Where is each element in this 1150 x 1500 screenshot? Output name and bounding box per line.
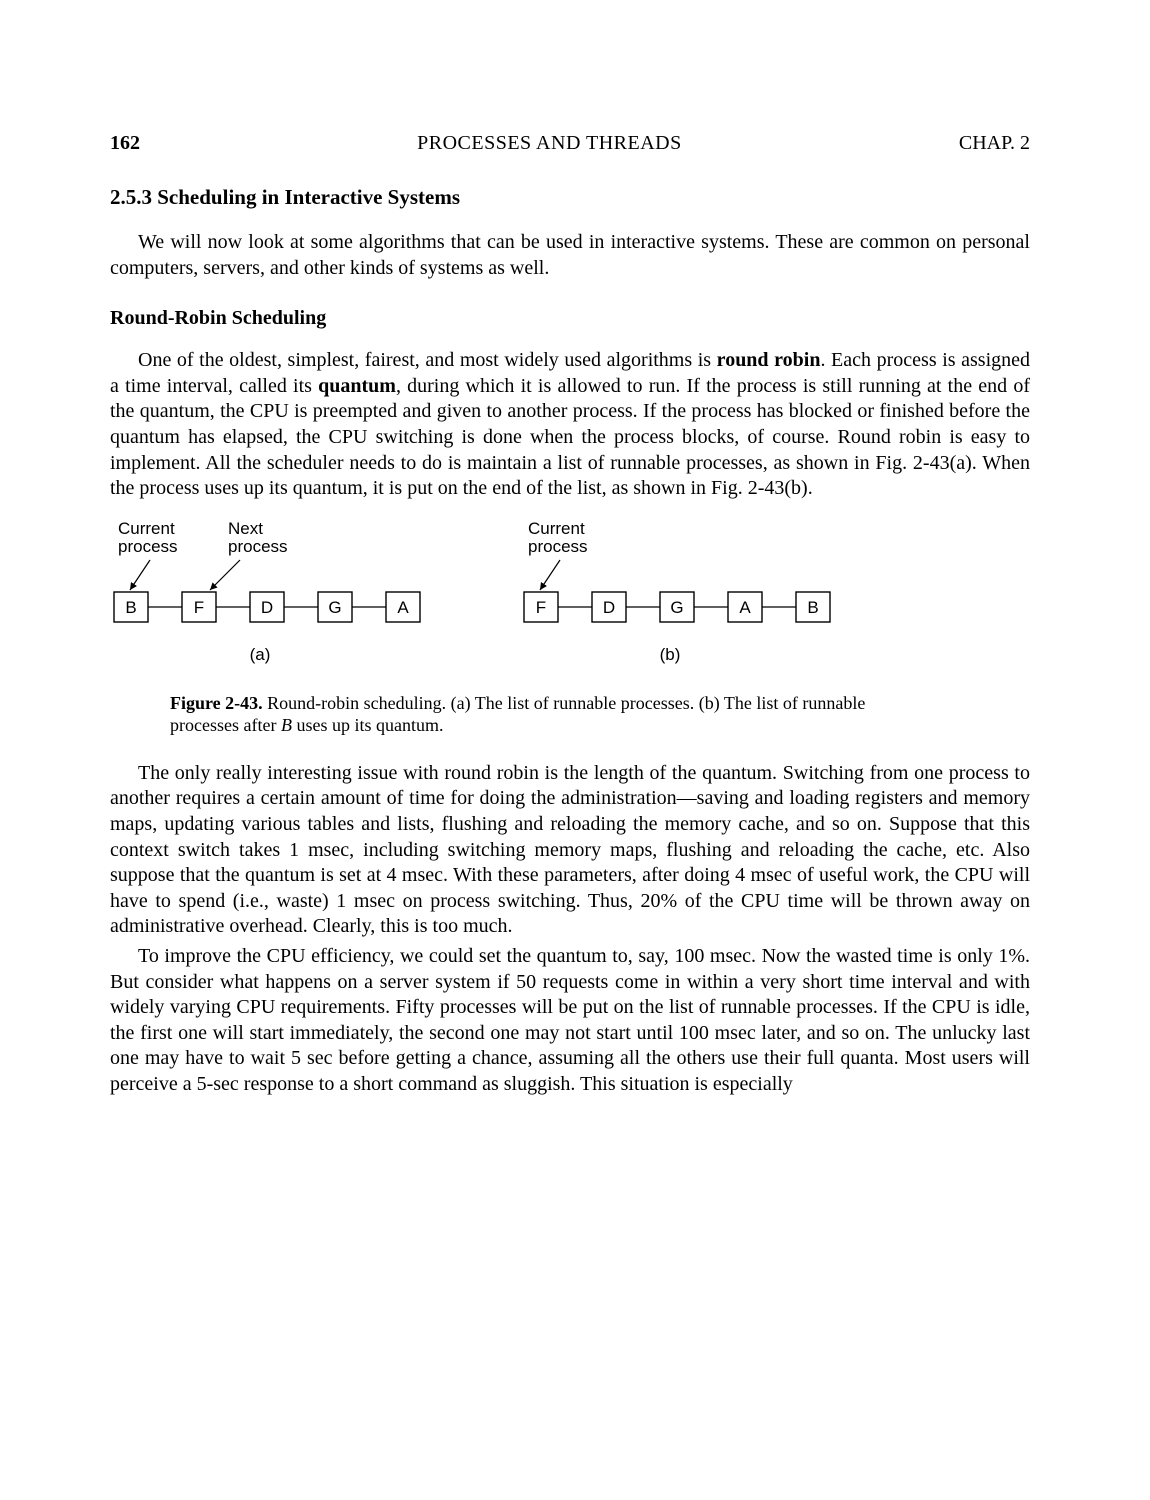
round-robin-paragraph-2: The only really interesting issue with r… — [110, 761, 1030, 940]
process-letter: B — [807, 598, 818, 617]
caption-lead: Figure 2-43. — [170, 693, 263, 713]
figure-2-43: Current process Next process B F D G A (a) C… — [110, 520, 1030, 737]
section-title: Scheduling in Interactive Systems — [157, 185, 460, 209]
process-letter: B — [125, 598, 136, 617]
process-letter: D — [603, 598, 615, 617]
process-letter: G — [328, 598, 341, 617]
svg-text:process: process — [528, 537, 588, 556]
svg-text:Next: Next — [228, 520, 263, 538]
process-letter: A — [739, 598, 751, 617]
figure-svg: Current process Next process B F D G A (a) C… — [110, 520, 1030, 680]
page: 162 PROCESSES AND THREADS CHAP. 2 2.5.3 … — [0, 0, 1150, 1500]
chapter-label: CHAP. 2 — [959, 132, 1030, 155]
process-letter: A — [397, 598, 409, 617]
intro-text: We will now look at some algorithms that… — [110, 231, 1030, 279]
svg-text:process: process — [228, 537, 288, 556]
label-b: (b) — [660, 645, 681, 664]
process-letter: F — [194, 598, 204, 617]
caption-rest-c: uses up its quantum. — [292, 715, 444, 735]
caption-rest-a: Round-robin scheduling. (a) The list of … — [170, 693, 865, 736]
svg-text:Current: Current — [528, 520, 585, 538]
process-letter: F — [536, 598, 546, 617]
term-quantum: quantum — [318, 375, 396, 397]
running-header: 162 PROCESSES AND THREADS CHAP. 2 — [110, 132, 1030, 155]
figure-caption: Figure 2-43. Round-robin scheduling. (a)… — [170, 692, 870, 737]
round-robin-paragraph-3: To improve the CPU efficiency, we could … — [110, 944, 1030, 1098]
rr3-text: To improve the CPU efficiency, we could … — [110, 945, 1030, 1095]
svg-text:Current: Current — [118, 520, 175, 538]
caption-b-italic: B — [281, 715, 292, 735]
process-letter: D — [261, 598, 273, 617]
label-a: (a) — [250, 645, 271, 664]
figure-a: Current process Next process B F D G A (a) — [114, 520, 420, 664]
rr1-a: One of the oldest, simplest, fairest, an… — [138, 349, 717, 371]
intro-paragraph: We will now look at some algorithms that… — [110, 230, 1030, 281]
section-number: 2.5.3 — [110, 185, 152, 209]
term-round-robin: round robin — [717, 349, 821, 371]
rr2-text: The only really interesting issue with r… — [110, 762, 1030, 938]
subsection-heading: Round-Robin Scheduling — [110, 307, 1030, 330]
chapter-title: PROCESSES AND THREADS — [140, 132, 959, 155]
round-robin-paragraph-1: One of the oldest, simplest, fairest, an… — [110, 348, 1030, 502]
process-letter: G — [670, 598, 683, 617]
svg-text:process: process — [118, 537, 178, 556]
figure-b: Current process F D G A B (b) — [524, 520, 830, 664]
page-number: 162 — [110, 132, 140, 155]
section-heading: 2.5.3 Scheduling in Interactive Systems — [110, 185, 1030, 210]
